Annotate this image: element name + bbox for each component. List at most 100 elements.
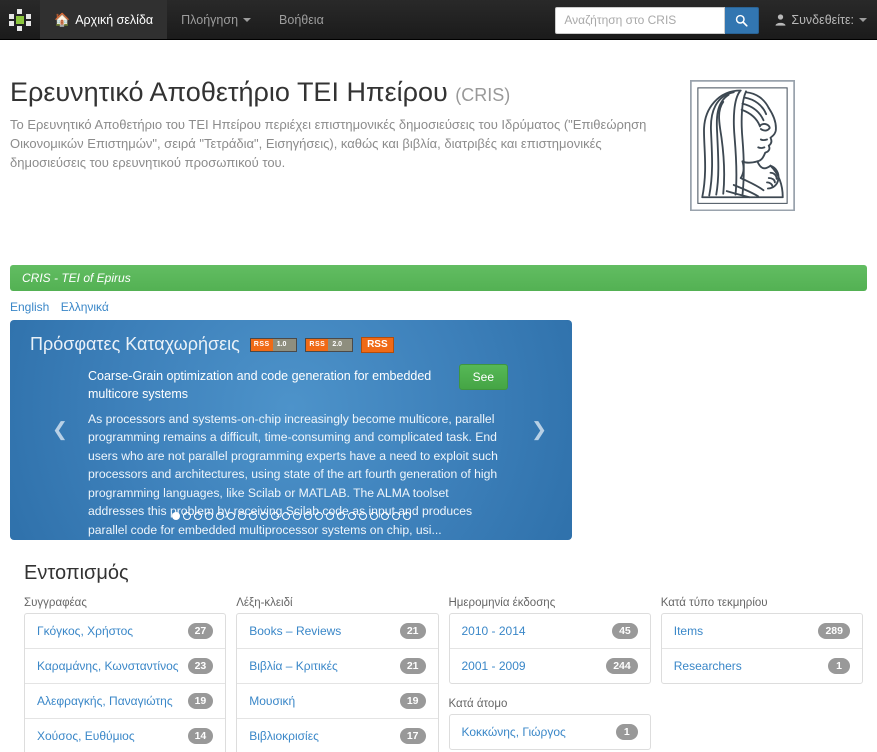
search-button[interactable] xyxy=(725,6,760,34)
facet-group: Συγγραφέας Γκόγκος, Χρήστος 27 Καραμάνης, Κ… xyxy=(24,597,227,752)
facet-list: Κοκκώνης, Γιώργος 1 xyxy=(448,714,651,751)
facet-item[interactable]: 2010 - 2014 45 xyxy=(449,614,650,650)
facet-item-label: 2001 - 2009 xyxy=(461,659,526,674)
nav-item-help[interactable]: Βοήθεια xyxy=(265,0,338,39)
facet-item-count-badge: 244 xyxy=(606,658,638,675)
search-icon xyxy=(736,14,748,27)
facet-item[interactable]: Αλεφραγκής, Παναγιώτης 19 xyxy=(25,684,226,720)
carousel-indicator-dot[interactable] xyxy=(391,512,400,521)
browse-facet-columns: Συγγραφέας Γκόγκος, Χρήστος 27 Καραμάνης, Κ… xyxy=(10,597,867,752)
facet-item[interactable]: Βιβλιοκρισίες 17 xyxy=(237,719,437,752)
page-title: Ερευνητικό Αποθετήριο ΤΕΙ Ηπείρου (CRIS) xyxy=(10,76,670,108)
page-title-suffix: (CRIS) xyxy=(455,85,511,105)
page-title-main: Ερευνητικό Αποθετήριο ΤΕΙ Ηπείρου xyxy=(10,77,448,107)
carousel-indicator-dot[interactable] xyxy=(347,512,356,521)
facet-item-count-badge: 27 xyxy=(187,623,214,640)
facet-item-label: Χούσος, Ευθύμιος xyxy=(37,729,135,744)
rss-2-0-badge[interactable]: RSS 2.0 xyxy=(305,337,354,352)
facet-item-count-badge: 19 xyxy=(399,693,426,710)
facet-item-label: Researchers xyxy=(673,659,742,674)
carousel-prev-button[interactable]: ❮ xyxy=(52,419,68,442)
carousel-indicator-dot[interactable] xyxy=(226,512,235,521)
facet-list: Books – Reviews 21 Βιβλία – Κριτικές 21 Μουσ… xyxy=(236,613,439,752)
carousel-item-title[interactable]: Coarse-Grain optimization and code gener… xyxy=(88,367,449,403)
carousel-indicator-dot[interactable] xyxy=(204,512,213,521)
facet-item[interactable]: Γκόγκος, Χρήστος 27 xyxy=(25,614,226,650)
facet-group-label: Λέξη-κλειδί xyxy=(236,597,293,610)
rss-feed-group: RSS 1.0 RSS 2.0 RSS xyxy=(249,336,394,353)
facet-list: Items 289 Researchers 1 xyxy=(660,613,863,685)
facet-group-label: Ημερομηνία έκδοσης xyxy=(448,597,556,610)
facet-column: Συγγραφέας Γκόγκος, Χρήστος 27 Καραμάνης, Κ… xyxy=(24,597,227,752)
facet-item[interactable]: Καραμάνης, Κωνσταντίνος 23 xyxy=(25,649,226,685)
login-dropdown[interactable]: Συνδεθείτε: xyxy=(775,13,867,27)
facet-item-count-badge: 21 xyxy=(399,658,426,675)
repository-header-text: Ερευνητικό Αποθετήριο ΤΕΙ Ηπείρου (CRIS)… xyxy=(10,76,670,173)
carousel-next-button[interactable]: ❯ xyxy=(531,419,547,442)
nav-item-home-label: Αρχική σελίδα xyxy=(75,12,154,27)
facet-item[interactable]: 2001 - 2009 244 xyxy=(450,649,650,683)
nav-item-browse-label: Πλοήγηση xyxy=(181,12,239,27)
login-label: Συνδεθείτε: xyxy=(791,13,854,27)
facet-item-label: Βιβλιοκρισίες xyxy=(249,729,319,744)
carousel-indicator-dot[interactable] xyxy=(369,512,378,521)
carousel-indicator-dot[interactable] xyxy=(314,512,323,521)
rss-badge[interactable]: RSS xyxy=(361,336,394,353)
carousel-indicator-dot[interactable] xyxy=(270,512,279,521)
facet-item[interactable]: Κοκκώνης, Γιώργος 1 xyxy=(450,715,650,749)
brand-logo-link[interactable] xyxy=(0,0,40,39)
facet-item[interactable]: Χούσος, Ευθύμιος 14 xyxy=(25,719,225,752)
rss-1-0-badge[interactable]: RSS 1.0 xyxy=(249,337,298,352)
carousel-indicator-dot[interactable] xyxy=(237,512,246,521)
carousel-indicator-dot[interactable] xyxy=(336,512,345,521)
facet-item-count-badge: 1 xyxy=(615,724,638,741)
top-navbar: 🏠 Αρχική σελίδα Πλοήγηση Βοήθεια Συνδεθε… xyxy=(0,0,877,40)
tei-epirus-athena-head-logo xyxy=(690,80,795,212)
language-switcher: English Ελληνικά xyxy=(10,300,867,314)
facet-item[interactable]: Items 289 xyxy=(661,614,862,650)
rss-1-0-right-label: 1.0 xyxy=(272,338,297,351)
facet-item-count-badge: 19 xyxy=(187,693,214,710)
facet-column: Κατά τύπο τεκμηρίου Items 289 Researchers 1 xyxy=(660,597,863,752)
nav-item-browse[interactable]: Πλοήγηση xyxy=(167,0,265,39)
community-bar-label: CRIS - TEI of Epirus xyxy=(22,271,131,286)
facet-item[interactable]: Researchers 1 xyxy=(662,649,862,683)
browse-section-title: Εντοπισμός xyxy=(24,562,129,585)
carousel-indicator-dot[interactable] xyxy=(248,512,257,521)
search-input[interactable] xyxy=(555,6,726,34)
facet-item-label: Items xyxy=(673,624,704,639)
facet-item[interactable]: Books – Reviews 21 xyxy=(237,614,438,650)
see-button[interactable]: See xyxy=(458,364,508,391)
carousel-indicators xyxy=(10,512,572,521)
athena-head-icon xyxy=(690,80,795,212)
nav-item-home[interactable]: 🏠 Αρχική σελίδα xyxy=(40,0,168,39)
facet-item[interactable]: Μουσική 19 xyxy=(237,684,438,720)
facet-item[interactable]: Βιβλία – Κριτικές 21 xyxy=(237,649,438,685)
carousel-indicator-dot[interactable] xyxy=(325,512,334,521)
carousel-indicator-dot[interactable] xyxy=(358,512,367,521)
facet-item-count-badge: 45 xyxy=(612,623,638,640)
facet-item-count-badge: 21 xyxy=(399,623,426,640)
carousel-indicator-dot[interactable] xyxy=(182,512,191,521)
facet-item-label: Βιβλία – Κριτικές xyxy=(249,659,338,674)
carousel-item-header: Coarse-Grain optimization and code gener… xyxy=(88,364,508,403)
language-link-english[interactable]: English xyxy=(10,300,49,314)
carousel-indicator-dot[interactable] xyxy=(303,512,312,521)
language-link-greek[interactable]: Ελληνικά xyxy=(61,300,109,314)
facet-item-count-badge: 14 xyxy=(187,728,214,745)
facet-item-label: Γκόγκος, Χρήστος xyxy=(37,624,134,639)
carousel-indicator-dot[interactable] xyxy=(259,512,268,521)
carousel-indicator-dot[interactable] xyxy=(281,512,290,521)
carousel-header: Πρόσφατες Καταχωρήσεις RSS 1.0 RSS 2.0 R… xyxy=(30,334,556,355)
search-form xyxy=(555,6,760,34)
carousel-indicator-dot[interactable] xyxy=(292,512,301,521)
person-icon xyxy=(775,14,786,26)
carousel-indicator-dot[interactable] xyxy=(215,512,224,521)
recent-submissions-carousel: Πρόσφατες Καταχωρήσεις RSS 1.0 RSS 2.0 R… xyxy=(10,320,572,541)
carousel-indicator-dot[interactable] xyxy=(171,512,180,521)
carousel-indicator-dot[interactable] xyxy=(402,512,411,521)
home-icon: 🏠 xyxy=(54,12,71,27)
community-bar[interactable]: CRIS - TEI of Epirus xyxy=(10,265,867,292)
carousel-indicator-dot[interactable] xyxy=(193,512,202,521)
carousel-indicator-dot[interactable] xyxy=(380,512,389,521)
